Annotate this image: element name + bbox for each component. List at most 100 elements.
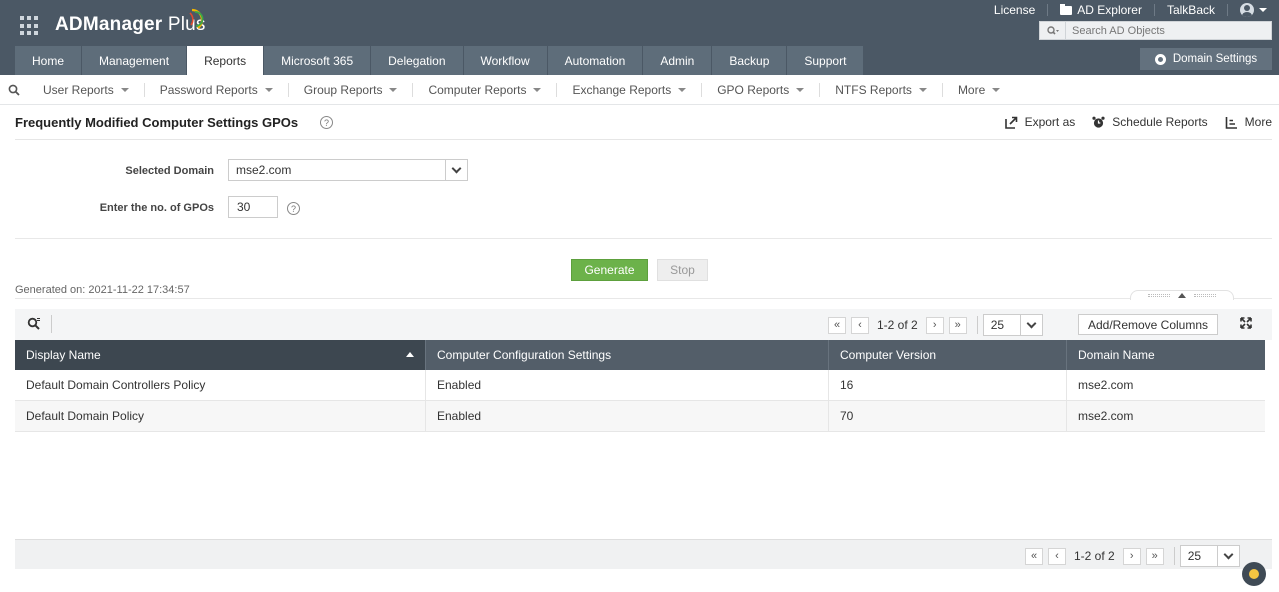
column-header-domain-name[interactable]: Domain Name	[1067, 340, 1265, 370]
ad-explorer-link[interactable]: AD Explorer	[1048, 3, 1155, 16]
search-icon[interactable]	[0, 84, 28, 96]
tab-workflow[interactable]: Workflow	[463, 46, 548, 75]
help-icon[interactable]: ?	[287, 202, 300, 215]
chat-avatar	[1249, 569, 1259, 579]
chevron-up-icon	[1178, 293, 1186, 298]
subnav-gpo-reports[interactable]: GPO Reports	[702, 82, 821, 97]
table-search-icon[interactable]	[27, 317, 41, 334]
table-row[interactable]: Default Domain Controllers Policy Enable…	[15, 370, 1265, 401]
report-title-row: Frequently Modified Computer Settings GP…	[15, 105, 1272, 140]
page-size-value: 25	[1187, 549, 1202, 563]
cell-domain-name: mse2.com	[1078, 378, 1134, 392]
tab-support[interactable]: Support	[787, 46, 865, 75]
domain-settings-button[interactable]: Domain Settings	[1140, 48, 1272, 70]
cell-domain-name: mse2.com	[1078, 409, 1134, 423]
next-page-button[interactable]: ›	[925, 316, 944, 334]
column-header-display-name[interactable]: Display Name	[15, 340, 426, 370]
help-icon[interactable]: ?	[320, 116, 333, 129]
gpo-count-input[interactable]: 30	[228, 196, 278, 218]
domain-settings-label: Domain Settings	[1172, 53, 1258, 65]
more-actions-button[interactable]: More	[1225, 115, 1272, 129]
form-divider	[15, 238, 1272, 239]
tab-home[interactable]: Home	[15, 46, 83, 75]
cell-computer-version: 70	[829, 401, 1067, 431]
subnav-more[interactable]: More	[943, 83, 1015, 97]
chevron-down-icon	[389, 87, 398, 92]
generate-button[interactable]: Generate	[571, 259, 648, 281]
pager-separator	[976, 316, 978, 334]
stop-button[interactable]: Stop	[657, 259, 708, 281]
subnav-exchange-reports[interactable]: Exchange Reports	[557, 82, 703, 97]
tab-backup[interactable]: Backup	[712, 46, 788, 75]
bottom-toolbar: « ‹ 1-2 of 2 › » 25	[15, 539, 1272, 569]
table-header: Display Name Computer Configuration Sett…	[15, 340, 1265, 370]
subnav-computer-reports[interactable]: Computer Reports	[413, 82, 558, 97]
user-avatar-icon	[1240, 3, 1254, 17]
ad-search-box[interactable]: Search AD Objects	[1039, 21, 1272, 40]
app-logo: ADManager Plus	[55, 14, 206, 35]
prev-page-button[interactable]: ‹	[1048, 547, 1066, 565]
app-grid-icon[interactable]	[20, 16, 40, 36]
gear-icon	[1154, 53, 1166, 65]
subnav-group-reports[interactable]: Group Reports	[289, 82, 414, 97]
cell-computer-config: Enabled	[426, 370, 829, 400]
tab-admin[interactable]: Admin	[643, 46, 713, 75]
column-header-computer-config[interactable]: Computer Configuration Settings	[426, 340, 829, 370]
chevron-down-icon	[918, 87, 927, 92]
expand-icon[interactable]	[1240, 317, 1252, 332]
subnav-password-reports[interactable]: Password Reports	[145, 82, 289, 97]
chevron-down-icon	[451, 163, 462, 173]
cell-computer-version: 16	[829, 370, 1067, 400]
domain-select[interactable]: mse2.com	[228, 159, 468, 181]
next-page-button[interactable]: ›	[1122, 547, 1141, 565]
page-size-select[interactable]: 25	[982, 314, 1043, 336]
report-actions: Export as Schedule Reports More	[988, 115, 1272, 129]
page-size-toggle[interactable]	[1216, 546, 1239, 566]
last-page-button[interactable]: »	[1145, 547, 1164, 565]
chevron-down-icon	[1259, 8, 1267, 12]
generated-timestamp: Generated on: 2021-11-22 17:34:57	[15, 284, 190, 296]
domain-dropdown-toggle[interactable]	[445, 160, 467, 180]
results-divider	[15, 298, 1272, 299]
first-page-button[interactable]: «	[1025, 547, 1043, 565]
alarm-clock-icon	[1092, 116, 1105, 128]
collapse-toggle[interactable]	[1130, 290, 1234, 300]
chevron-down-icon	[1026, 318, 1037, 328]
last-page-button[interactable]: »	[948, 316, 967, 334]
schedule-reports-button[interactable]: Schedule Reports	[1092, 115, 1208, 129]
support-chat-icon[interactable]	[1242, 562, 1266, 586]
tab-automation[interactable]: Automation	[547, 46, 644, 75]
tab-management[interactable]: Management	[82, 46, 188, 75]
chevron-down-icon	[264, 87, 273, 92]
page-size-select[interactable]: 25	[1179, 545, 1240, 567]
license-link[interactable]: License	[982, 4, 1049, 16]
prev-page-button[interactable]: ‹	[851, 316, 869, 334]
tab-reports[interactable]: Reports	[187, 46, 265, 75]
export-icon	[1004, 116, 1017, 129]
ad-search-input[interactable]: Search AD Objects	[1066, 25, 1165, 37]
more-icon	[1225, 116, 1237, 129]
page-size-value: 25	[990, 318, 1005, 332]
cell-display-name: Default Domain Policy	[15, 401, 426, 431]
search-icon[interactable]	[1040, 22, 1066, 39]
table-row[interactable]: Default Domain Policy Enabled 70 mse2.co…	[15, 401, 1265, 432]
page-size-toggle[interactable]	[1019, 315, 1042, 335]
toolbar-separator	[51, 315, 52, 333]
subnav-user-reports[interactable]: User Reports	[28, 82, 145, 97]
add-remove-columns-button[interactable]: Add/Remove Columns	[1078, 314, 1218, 335]
schedule-reports-label: Schedule Reports	[1112, 115, 1208, 129]
first-page-button[interactable]: «	[828, 316, 846, 334]
tab-delegation[interactable]: Delegation	[371, 46, 464, 75]
chevron-down-icon	[992, 87, 1001, 92]
tab-microsoft-365[interactable]: Microsoft 365	[264, 46, 372, 75]
talkback-link[interactable]: TalkBack	[1155, 4, 1228, 16]
export-as-button[interactable]: Export as	[1004, 115, 1075, 129]
grip-dots	[1148, 294, 1170, 297]
user-menu[interactable]	[1228, 3, 1279, 17]
column-header-computer-version[interactable]: Computer Version	[829, 340, 1067, 370]
page-range-text: 1-2 of 2	[877, 318, 918, 332]
logo-arc-icon	[189, 8, 204, 29]
chevron-down-icon	[796, 87, 805, 92]
report-table: Display Name Computer Configuration Sett…	[15, 340, 1265, 432]
subnav-ntfs-reports[interactable]: NTFS Reports	[820, 82, 943, 97]
